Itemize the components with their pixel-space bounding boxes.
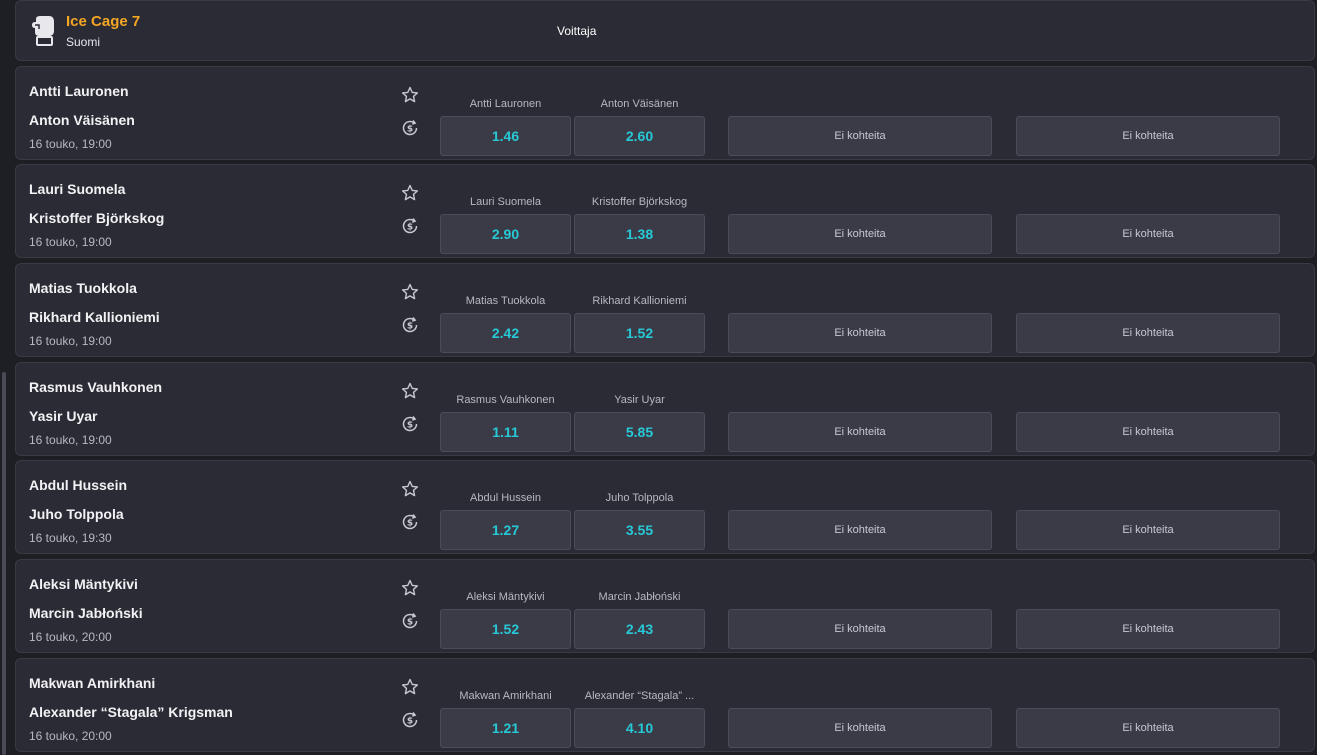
- player-two-name[interactable]: Anton Väisänen: [29, 112, 135, 128]
- player-two-name[interactable]: Yasir Uyar: [29, 408, 98, 424]
- svg-text:$: $: [407, 222, 413, 232]
- match-date: 16 touko, 19:00: [29, 334, 112, 348]
- no-selections-button[interactable]: Ei kohteita: [728, 116, 992, 156]
- player-two-name[interactable]: Juho Tolppola: [29, 506, 124, 522]
- odds-button-1[interactable]: 1.27: [440, 510, 571, 550]
- event-country: Suomi: [66, 35, 101, 49]
- scrollbar[interactable]: [0, 0, 8, 755]
- selection-label-1: Aleksi Mäntykivi: [466, 591, 545, 603]
- scrollbar-thumb[interactable]: [2, 372, 6, 755]
- selection-label-2: Marcin Jabłoński: [598, 591, 681, 603]
- player-one-name[interactable]: Aleksi Mäntykivi: [29, 576, 138, 592]
- star-icon[interactable]: [401, 283, 419, 301]
- player-one-name[interactable]: Rasmus Vauhkonen: [29, 379, 162, 395]
- market-header: Voittaja: [557, 24, 597, 38]
- match-row: Makwan Amirkhani Alexander “Stagala” Kri…: [15, 658, 1315, 752]
- cashout-icon[interactable]: $: [401, 513, 419, 531]
- star-icon[interactable]: [401, 579, 419, 597]
- match-date: 16 touko, 19:00: [29, 235, 112, 249]
- star-icon[interactable]: [401, 678, 419, 696]
- selection-label-2: Alexander “Stagala” ...: [584, 690, 695, 702]
- selection-label-2: Kristoffer Björkskog: [591, 196, 688, 208]
- odds-button-1[interactable]: 1.11: [440, 412, 571, 452]
- star-icon[interactable]: [401, 480, 419, 498]
- no-selections-button[interactable]: Ei kohteita: [728, 609, 992, 649]
- selection-label-2: Yasir Uyar: [614, 394, 665, 406]
- cashout-icon[interactable]: $: [401, 119, 419, 137]
- odds-button-1[interactable]: 2.90: [440, 214, 571, 254]
- no-selections-button[interactable]: Ei kohteita: [1016, 510, 1280, 550]
- odds-button-1[interactable]: 2.42: [440, 313, 571, 353]
- match-date: 16 touko, 19:30: [29, 531, 112, 545]
- event-header: Ice Cage 7 Suomi Voittaja: [15, 0, 1315, 61]
- odds-button-1[interactable]: 1.46: [440, 116, 571, 156]
- match-date: 16 touko, 20:00: [29, 630, 112, 644]
- selection-label-1: Makwan Amirkhani: [459, 690, 552, 702]
- no-selections-button[interactable]: Ei kohteita: [728, 412, 992, 452]
- no-selections-button[interactable]: Ei kohteita: [1016, 412, 1280, 452]
- odds-button-2[interactable]: 2.43: [574, 609, 705, 649]
- selection-label-1: Antti Lauronen: [469, 98, 542, 110]
- match-row: Matias Tuokkola Rikhard Kallioniemi 16 t…: [15, 263, 1315, 357]
- no-selections-button[interactable]: Ei kohteita: [728, 313, 992, 353]
- odds-button-2[interactable]: 3.55: [574, 510, 705, 550]
- svg-text:$: $: [407, 716, 413, 726]
- no-selections-button[interactable]: Ei kohteita: [728, 708, 992, 748]
- player-one-name[interactable]: Matias Tuokkola: [29, 280, 137, 296]
- player-two-name[interactable]: Kristoffer Björkskog: [29, 210, 164, 226]
- event-title[interactable]: Ice Cage 7: [66, 13, 140, 30]
- player-one-name[interactable]: Lauri Suomela: [29, 181, 125, 197]
- match-row: Antti Lauronen Anton Väisänen 16 touko, …: [15, 66, 1315, 160]
- star-icon[interactable]: [401, 184, 419, 202]
- player-one-name[interactable]: Makwan Amirkhani: [29, 675, 155, 691]
- odds-button-2[interactable]: 5.85: [574, 412, 705, 452]
- match-date: 16 touko, 19:00: [29, 433, 112, 447]
- selection-label-1: Abdul Hussein: [470, 492, 541, 504]
- cashout-icon[interactable]: $: [401, 217, 419, 235]
- selection-label-2: Rikhard Kallioniemi: [592, 295, 687, 307]
- no-selections-button[interactable]: Ei kohteita: [1016, 609, 1280, 649]
- odds-button-2[interactable]: 2.60: [574, 116, 705, 156]
- match-row: Rasmus Vauhkonen Yasir Uyar 16 touko, 19…: [15, 362, 1315, 456]
- svg-text:$: $: [407, 124, 413, 134]
- match-row: Lauri Suomela Kristoffer Björkskog 16 to…: [15, 164, 1315, 258]
- cashout-icon[interactable]: $: [401, 415, 419, 433]
- boxing-glove-icon: [32, 16, 54, 46]
- star-icon[interactable]: [401, 86, 419, 104]
- player-one-name[interactable]: Antti Lauronen: [29, 83, 129, 99]
- selection-label-2: Anton Väisänen: [600, 98, 679, 110]
- selection-label-1: Matias Tuokkola: [465, 295, 546, 307]
- player-two-name[interactable]: Marcin Jabłoński: [29, 605, 143, 621]
- star-icon[interactable]: [401, 382, 419, 400]
- odds-button-2[interactable]: 1.38: [574, 214, 705, 254]
- svg-text:$: $: [407, 617, 413, 627]
- odds-button-1[interactable]: 1.21: [440, 708, 571, 748]
- match-date: 16 touko, 19:00: [29, 137, 112, 151]
- odds-button-1[interactable]: 1.52: [440, 609, 571, 649]
- player-one-name[interactable]: Abdul Hussein: [29, 477, 127, 493]
- svg-text:$: $: [407, 518, 413, 528]
- player-two-name[interactable]: Alexander “Stagala” Krigsman: [29, 704, 233, 720]
- odds-button-2[interactable]: 4.10: [574, 708, 705, 748]
- selection-label-1: Lauri Suomela: [470, 196, 541, 208]
- cashout-icon[interactable]: $: [401, 316, 419, 334]
- player-two-name[interactable]: Rikhard Kallioniemi: [29, 309, 160, 325]
- no-selections-button[interactable]: Ei kohteita: [728, 214, 992, 254]
- no-selections-button[interactable]: Ei kohteita: [728, 510, 992, 550]
- selection-label-2: Juho Tolppola: [605, 492, 674, 504]
- match-date: 16 touko, 20:00: [29, 729, 112, 743]
- cashout-icon[interactable]: $: [401, 711, 419, 729]
- cashout-icon[interactable]: $: [401, 612, 419, 630]
- match-row: Abdul Hussein Juho Tolppola 16 touko, 19…: [15, 460, 1315, 554]
- svg-text:$: $: [407, 420, 413, 430]
- no-selections-button[interactable]: Ei kohteita: [1016, 313, 1280, 353]
- selection-label-1: Rasmus Vauhkonen: [456, 394, 555, 406]
- no-selections-button[interactable]: Ei kohteita: [1016, 214, 1280, 254]
- svg-text:$: $: [407, 321, 413, 331]
- no-selections-button[interactable]: Ei kohteita: [1016, 116, 1280, 156]
- odds-button-2[interactable]: 1.52: [574, 313, 705, 353]
- match-row: Aleksi Mäntykivi Marcin Jabłoński 16 tou…: [15, 559, 1315, 653]
- no-selections-button[interactable]: Ei kohteita: [1016, 708, 1280, 748]
